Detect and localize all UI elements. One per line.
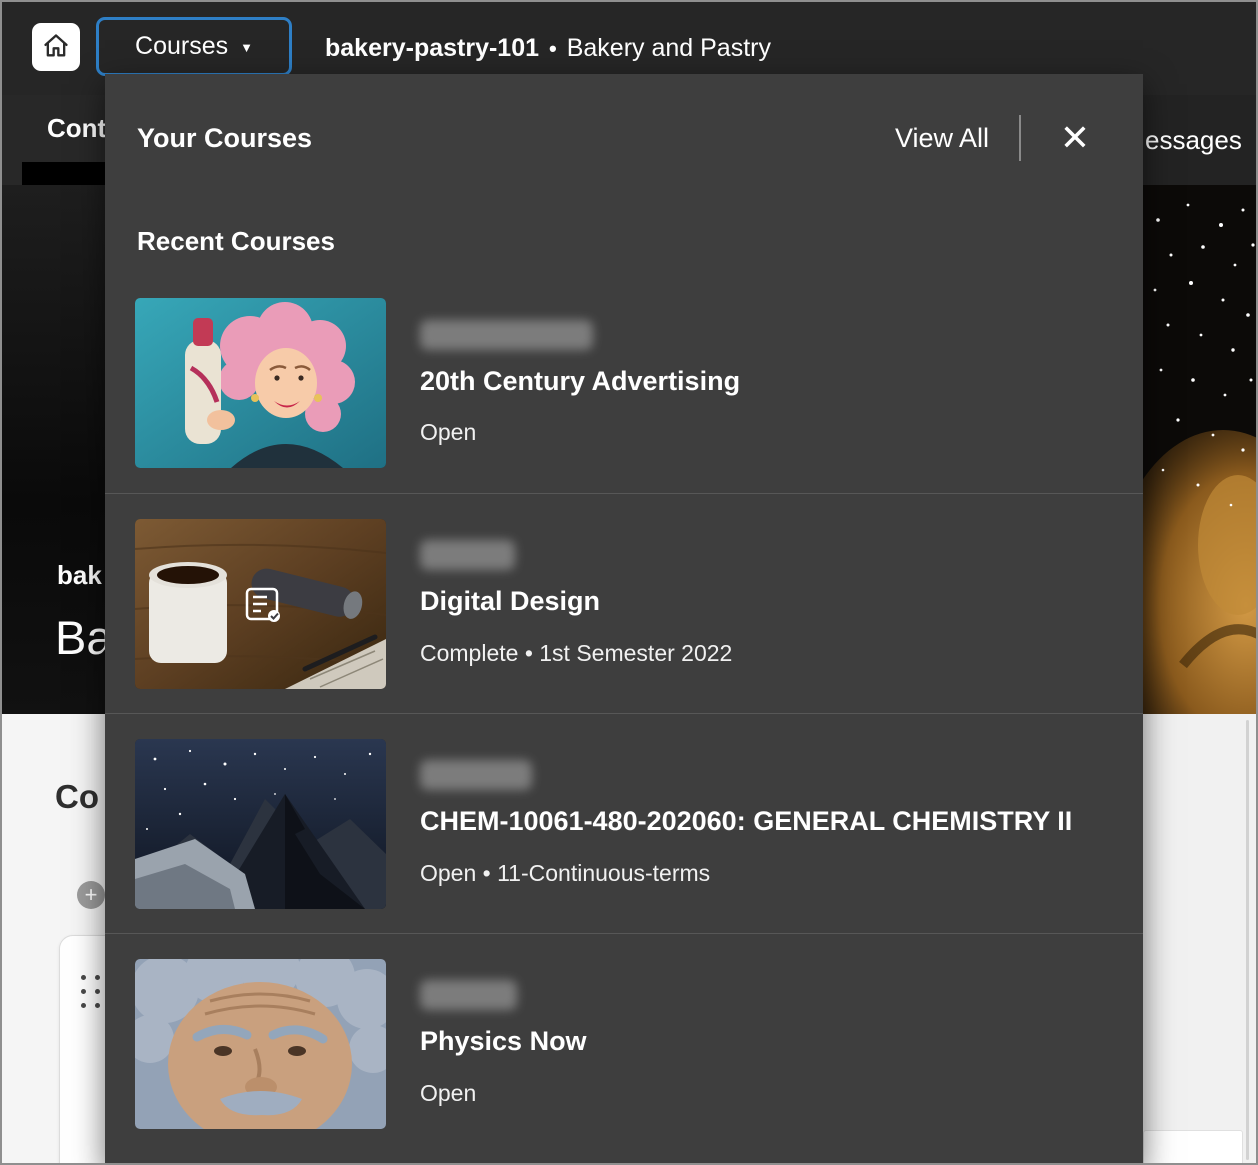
course-name-text: Bakery and Pastry xyxy=(567,34,771,63)
page-scrollbar[interactable] xyxy=(1246,720,1249,1160)
content-item-card xyxy=(1143,1130,1243,1165)
course-meta: Digital Design Complete • 1st Semester 2… xyxy=(420,540,732,666)
add-content-button[interactable]: + xyxy=(77,881,105,909)
course-id-text: bakery-pastry-101 xyxy=(325,34,539,63)
drag-handle-icon[interactable] xyxy=(81,975,101,1017)
blurred-course-id xyxy=(420,980,517,1010)
courses-button-label: Courses xyxy=(135,32,228,61)
course-hero-banner-left: bak Ba xyxy=(2,185,105,714)
title-separator: • xyxy=(549,36,557,62)
course-content-area-left: Co + xyxy=(2,714,105,1165)
course-card[interactable]: Digital Design Complete • 1st Semester 2… xyxy=(105,493,1143,713)
course-status: Complete • 1st Semester 2022 xyxy=(420,640,732,667)
pastry-hero-image xyxy=(1143,185,1258,714)
active-tab-indicator xyxy=(22,162,105,185)
course-thumbnail-chemistry xyxy=(135,739,386,909)
course-title: Physics Now xyxy=(420,1026,587,1057)
course-card[interactable]: 20th Century Advertising Open xyxy=(105,273,1143,493)
courses-menu-button[interactable]: Courses ▼ xyxy=(96,17,292,76)
dropdown-title: Your Courses xyxy=(137,123,312,154)
close-icon: ✕ xyxy=(1060,117,1090,158)
course-content-area-right xyxy=(1143,714,1258,1165)
close-button[interactable]: ✕ xyxy=(1051,114,1099,162)
content-item-card xyxy=(59,935,105,1165)
dropdown-header: Your Courses View All ✕ xyxy=(105,74,1143,162)
course-status: Open xyxy=(420,1080,587,1107)
course-meta: CHEM-10061-480-202060: GENERAL CHEMISTRY… xyxy=(420,760,1072,886)
plus-icon: + xyxy=(85,882,98,907)
home-icon xyxy=(42,32,70,63)
course-card[interactable]: CHEM-10061-480-202060: GENERAL CHEMISTRY… xyxy=(105,713,1143,933)
course-status: Open • 11-Continuous-terms xyxy=(420,860,1072,887)
course-tab-bar-right: essages xyxy=(1143,95,1258,185)
recent-courses-heading: Recent Courses xyxy=(137,226,1143,257)
content-section-heading: Co xyxy=(55,778,99,816)
course-thumbnail-physics xyxy=(135,959,386,1129)
course-hero-banner-right xyxy=(1143,185,1258,714)
course-thumbnail-advertising xyxy=(135,298,386,468)
tab-content[interactable]: Cont xyxy=(47,95,106,162)
course-meta: 20th Century Advertising Open xyxy=(420,320,740,446)
tab-messages[interactable]: essages xyxy=(1145,95,1242,185)
header-divider xyxy=(1019,115,1021,161)
hero-course-id-text: bak xyxy=(57,560,102,591)
course-thumbnail-digital-design xyxy=(135,519,386,689)
caret-down-icon: ▼ xyxy=(240,41,253,54)
blurred-course-id xyxy=(420,320,593,350)
view-all-link[interactable]: View All xyxy=(895,123,989,154)
blurred-course-id xyxy=(420,540,515,570)
course-status: Open xyxy=(420,419,740,446)
hero-course-name-text: Ba xyxy=(55,610,105,665)
dropdown-header-actions: View All ✕ xyxy=(895,114,1099,162)
course-meta: Physics Now Open xyxy=(420,980,587,1106)
blurred-course-id xyxy=(420,760,532,790)
course-title: CHEM-10061-480-202060: GENERAL CHEMISTRY… xyxy=(420,806,1072,837)
home-button[interactable] xyxy=(32,23,80,71)
course-card[interactable]: Physics Now Open xyxy=(105,933,1143,1153)
your-courses-dropdown: Your Courses View All ✕ Recent Courses xyxy=(105,74,1143,1165)
course-title: Digital Design xyxy=(420,586,732,617)
course-title: 20th Century Advertising xyxy=(420,366,740,397)
app-window: Courses ▼ bakery-pastry-101 • Bakery and… xyxy=(0,0,1258,1165)
recent-courses-list: 20th Century Advertising Open xyxy=(105,273,1143,1153)
